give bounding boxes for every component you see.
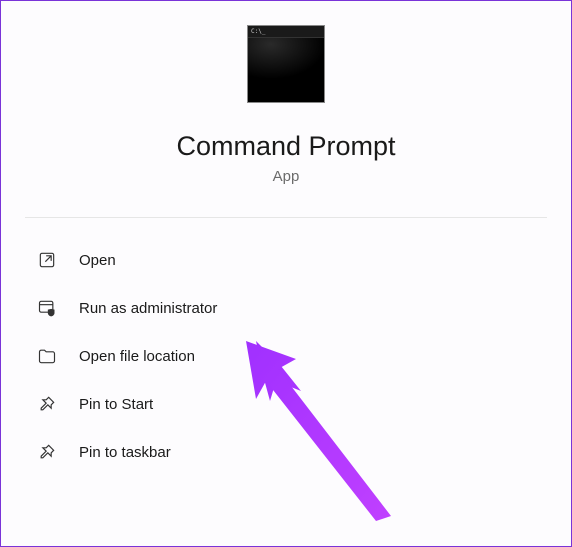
folder-icon — [37, 346, 57, 366]
app-title: Command Prompt — [176, 131, 395, 162]
admin-shield-icon — [37, 298, 57, 318]
menu-item-label: Run as administrator — [79, 300, 217, 317]
open-icon — [37, 250, 57, 270]
menu-item-label: Pin to taskbar — [79, 444, 171, 461]
pin-to-start-menu-item[interactable]: Pin to Start — [25, 380, 547, 428]
command-prompt-icon: C:\_ — [247, 25, 325, 103]
icon-prompt-text: C:\_ — [251, 28, 265, 35]
pin-icon — [37, 442, 57, 462]
search-result-panel: C:\_ Command Prompt App — [1, 1, 571, 217]
menu-item-label: Pin to Start — [79, 396, 153, 413]
menu-item-label: Open — [79, 252, 116, 269]
pin-icon — [37, 394, 57, 414]
app-type-label: App — [273, 168, 300, 185]
menu-item-label: Open file location — [79, 348, 195, 365]
open-menu-item[interactable]: Open — [25, 236, 547, 284]
context-menu: Open Run as administrator Open file loca… — [1, 218, 571, 494]
open-file-location-menu-item[interactable]: Open file location — [25, 332, 547, 380]
run-as-administrator-menu-item[interactable]: Run as administrator — [25, 284, 547, 332]
pin-to-taskbar-menu-item[interactable]: Pin to taskbar — [25, 428, 547, 476]
